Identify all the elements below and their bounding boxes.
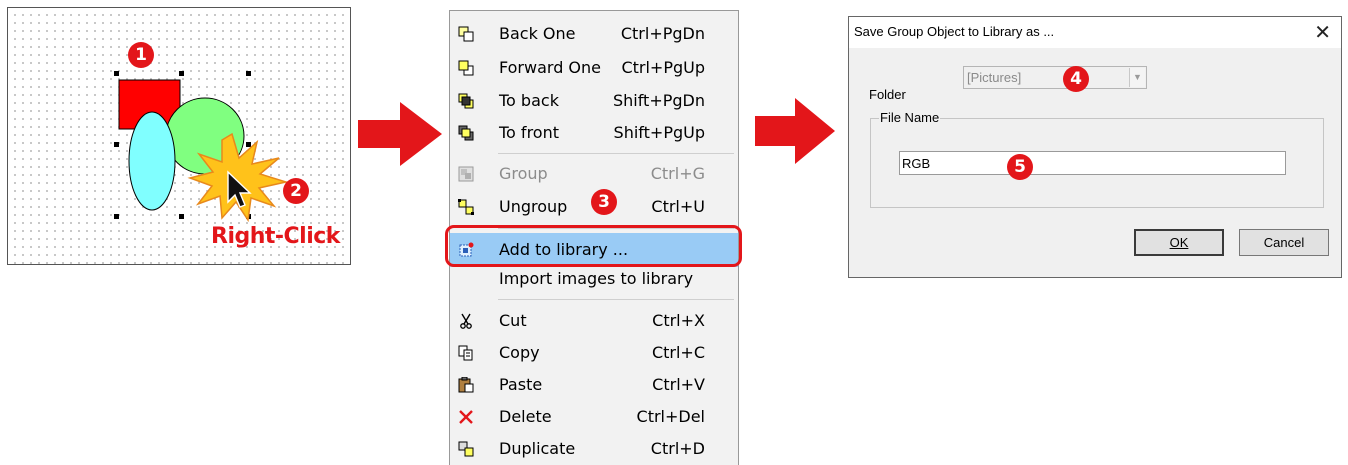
cut-icon	[460, 313, 472, 329]
cancel-button-label: Cancel	[1263, 235, 1305, 250]
menu-label: Group	[499, 164, 548, 183]
menu-item-copy[interactable]: Copy Ctrl+C	[450, 337, 738, 369]
cancel-button[interactable]: Cancel	[1239, 229, 1329, 256]
close-icon[interactable]: ✕	[1314, 20, 1331, 45]
step-5-badge: 5	[1007, 154, 1033, 180]
delete-icon	[459, 410, 473, 424]
menu-label: Delete	[499, 407, 552, 426]
step-1-badge: 1	[128, 42, 154, 68]
menu-item-cut[interactable]: Cut Ctrl+X	[450, 305, 738, 337]
to-back-icon	[458, 93, 474, 109]
copy-icon	[458, 345, 473, 361]
menu-item-back-one[interactable]: Back One Ctrl+PgDn	[450, 18, 738, 50]
file-name-input[interactable]: RGB	[899, 151, 1286, 175]
selection-handle	[179, 214, 184, 219]
menu-label: Cut	[499, 311, 527, 330]
menu-shortcut: Ctrl+X	[652, 311, 705, 330]
menu-label: Ungroup	[499, 197, 568, 216]
menu-item-delete[interactable]: Delete Ctrl+Del	[450, 401, 738, 433]
folder-label: Folder	[869, 87, 906, 102]
menu-item-forward-one[interactable]: Forward One Ctrl+PgUp	[450, 52, 738, 84]
menu-label: Import images to library	[499, 269, 694, 288]
menu-label: Copy	[499, 343, 540, 362]
highlight-ring	[445, 225, 742, 267]
menu-item-duplicate[interactable]: Duplicate Ctrl+D	[450, 433, 738, 465]
menu-shortcut: Ctrl+V	[652, 375, 705, 394]
ungroup-icon	[458, 199, 474, 215]
menu-shortcut: Shift+PgDn	[612, 91, 705, 110]
menu-label: Forward One	[499, 58, 602, 77]
save-to-library-dialog: Save Group Object to Library as ... ✕ Fo…	[848, 16, 1342, 278]
step-2-badge: 2	[283, 178, 309, 204]
selection-handle	[246, 142, 251, 147]
back-one-icon	[458, 26, 474, 42]
menu-label: Back One	[499, 24, 576, 43]
menu-shortcut: Ctrl+PgDn	[620, 24, 705, 43]
menu-label: To back	[499, 91, 559, 110]
to-front-icon	[458, 125, 474, 141]
selection-handle	[114, 142, 119, 147]
menu-label: Paste	[499, 375, 543, 394]
group-icon	[458, 166, 474, 182]
selection-handle	[114, 71, 119, 76]
menu-separator	[498, 299, 734, 300]
folder-select[interactable]: [Pictures] ▼	[963, 66, 1147, 89]
menu-shortcut: Shift+PgUp	[613, 123, 705, 142]
menu-item-paste[interactable]: Paste Ctrl+V	[450, 369, 738, 401]
menu-shortcut: Ctrl+G	[650, 164, 705, 183]
menu-label: To front	[499, 123, 559, 142]
forward-one-icon	[458, 60, 474, 76]
ok-button[interactable]: OK	[1134, 229, 1224, 256]
right-click-label: Right-Click	[211, 224, 340, 249]
drawing-canvas[interactable]: Right-Click	[7, 7, 351, 265]
menu-item-group[interactable]: Group Ctrl+G	[450, 158, 738, 190]
menu-separator	[498, 153, 734, 154]
dialog-titlebar: Save Group Object to Library as ... ✕	[849, 17, 1341, 48]
chevron-down-icon[interactable]: ▼	[1129, 68, 1145, 87]
folder-value: [Pictures]	[967, 70, 1022, 85]
menu-shortcut: Ctrl+C	[651, 343, 705, 362]
step-4-badge: 4	[1063, 66, 1089, 92]
menu-item-to-front[interactable]: To front Shift+PgUp	[450, 117, 738, 149]
menu-shortcut: Ctrl+U	[651, 197, 705, 216]
menu-item-import-images[interactable]: Import images to library	[450, 269, 738, 293]
ok-button-label: OK	[1169, 235, 1189, 250]
menu-shortcut: Ctrl+D	[650, 439, 705, 458]
menu-label: Duplicate	[499, 439, 576, 458]
menu-shortcut: Ctrl+PgUp	[621, 58, 705, 77]
duplicate-icon	[458, 441, 474, 457]
menu-shortcut: Ctrl+Del	[636, 407, 705, 426]
selection-handle	[114, 214, 119, 219]
menu-item-to-back[interactable]: To back Shift+PgDn	[450, 85, 738, 117]
selection-handle	[179, 71, 184, 76]
paste-icon	[458, 377, 474, 393]
file-name-group-label: File Name	[879, 110, 941, 125]
dialog-title: Save Group Object to Library as ...	[854, 24, 1055, 39]
cyan-ellipse	[128, 111, 176, 211]
selection-handle	[246, 71, 251, 76]
right-arrow-icon	[358, 102, 442, 166]
file-name-value: RGB	[902, 156, 931, 171]
right-arrow-icon	[755, 98, 835, 164]
step-3-badge: 3	[591, 189, 617, 215]
